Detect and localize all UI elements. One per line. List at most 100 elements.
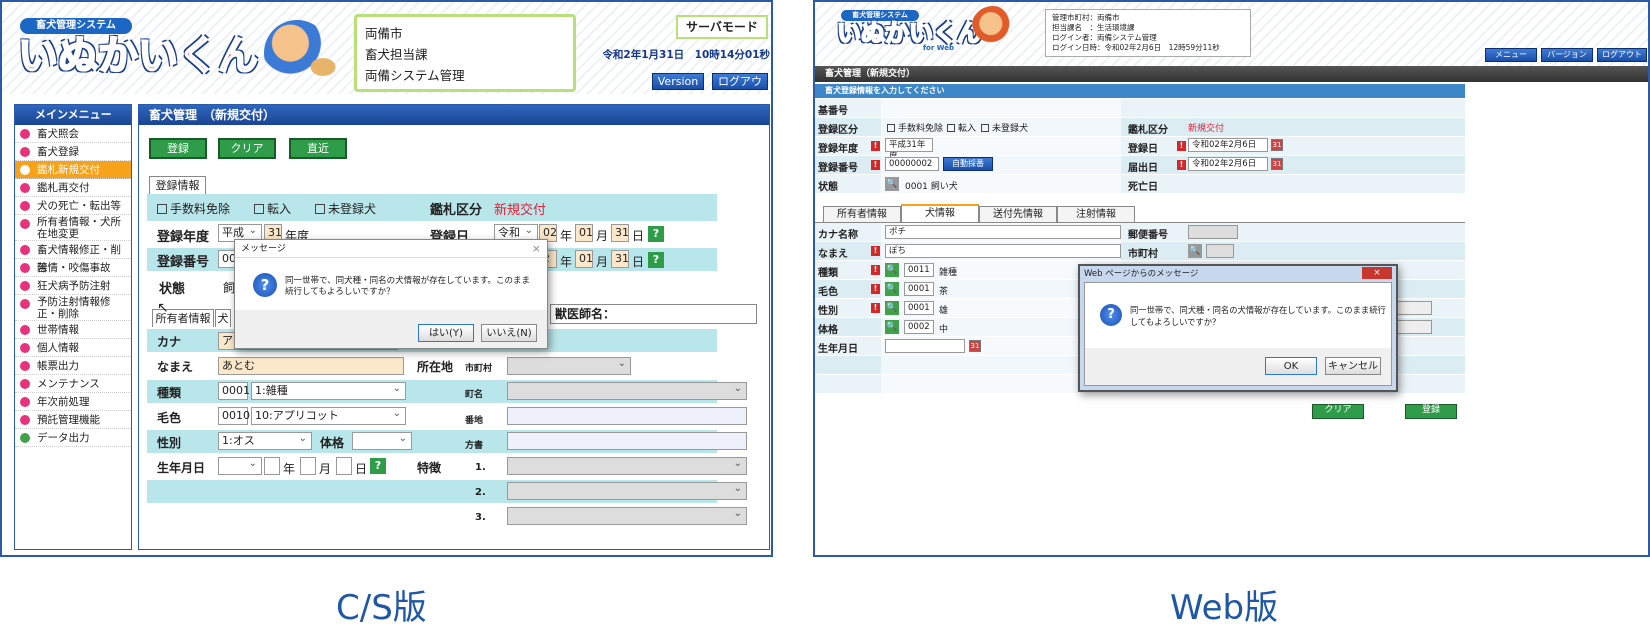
birth-month-input[interactable]	[300, 457, 316, 475]
version-button[interactable]: Version	[652, 73, 704, 90]
sidebar-menu-item[interactable]: 畜犬登録	[15, 143, 131, 161]
birth-era-select[interactable]	[218, 456, 262, 475]
search-icon[interactable]: 🔍	[1188, 244, 1202, 258]
web-submit-date-input[interactable]: 令和02年2月6日	[1188, 157, 1268, 171]
sidebar-menu-item[interactable]: 所有者情報・犬所在地変更	[15, 215, 131, 241]
search-icon[interactable]: 🔍	[885, 301, 899, 315]
town-select[interactable]	[507, 381, 747, 400]
sidebar-menu-item[interactable]: 年次前処理	[15, 393, 131, 411]
web-version-button[interactable]: バージョン	[1541, 48, 1593, 62]
banchi-input[interactable]	[507, 407, 747, 425]
cs-clear-button[interactable]: クリア	[218, 138, 276, 159]
sidebar-menu-item[interactable]: 苦情・咬傷事故	[15, 259, 131, 277]
coat-code-input[interactable]: 0010	[218, 407, 250, 425]
sidebar-menu-item[interactable]: データ出力	[15, 429, 131, 447]
sidebar-menu-item[interactable]: メンテナンス	[15, 375, 131, 393]
sidebar-menu-item[interactable]: 世帯情報	[15, 321, 131, 339]
yes-button[interactable]: はい(Y)	[418, 324, 474, 342]
tab-registration-info[interactable]: 登録情報	[149, 176, 206, 194]
sidebar-menu-item[interactable]: 畜犬情報修正・削除	[15, 241, 131, 274]
reg-date-day-input[interactable]: 31	[611, 224, 629, 242]
tab-dog[interactable]: 犬	[215, 309, 231, 327]
sidebar-menu-item[interactable]: 鑑札新規交付	[15, 161, 131, 179]
chk-unregistered[interactable]: 未登録犬	[315, 200, 376, 217]
web-chk-unregistered[interactable]: 未登録犬	[981, 121, 1028, 134]
cancel-button[interactable]: キャンセル	[1325, 357, 1381, 375]
search-icon[interactable]: 🔍	[885, 177, 899, 191]
calendar-icon[interactable]: 31	[1271, 139, 1283, 151]
sidebar-menu-item[interactable]: 帳票出力	[15, 357, 131, 375]
web-label-name: なまえ	[818, 249, 848, 260]
web-name-input[interactable]: ぽち	[885, 244, 1121, 258]
sidebar-menu-item[interactable]: 個人情報	[15, 339, 131, 357]
web-kana-input[interactable]: ポチ	[885, 225, 1121, 239]
web-coat-code[interactable]: 0001	[904, 282, 934, 296]
search-icon[interactable]: 🔍	[885, 282, 899, 296]
web-birth-input[interactable]	[885, 339, 965, 353]
recent-button[interactable]: 直近	[289, 138, 347, 159]
size-select[interactable]	[352, 431, 412, 450]
calendar-icon[interactable]: 31	[969, 340, 981, 352]
postal-input[interactable]	[1188, 225, 1238, 239]
web-chk-fee-exempt[interactable]: 手数料免除	[887, 121, 943, 134]
kata-input[interactable]	[507, 432, 747, 450]
cs-confirm-dialog: メッセージ × ? 同一世帯で、同犬種・同名の犬情報が存在しています。このまま続…	[234, 239, 548, 349]
web-reg-no-input[interactable]: 00000002	[885, 157, 939, 171]
close-icon[interactable]: ×	[532, 242, 541, 255]
feature-select-3[interactable]	[507, 506, 747, 525]
web-tab-send[interactable]: 送付先情報	[979, 206, 1057, 222]
cs-register-button[interactable]: 登録	[149, 138, 207, 159]
feature-select-2[interactable]	[507, 481, 747, 500]
menu-list: 畜犬照会 畜犬登録 鑑札新規交付 鑑札再交付犬の死亡・転出等所有者情報・犬所在地変更畜…	[15, 125, 131, 447]
birth-day-input[interactable]	[336, 457, 352, 475]
feature-select-1[interactable]	[507, 456, 747, 475]
checkbox-icon	[315, 204, 325, 214]
web-chk-transfer-in[interactable]: 転入	[947, 121, 976, 134]
coat-select[interactable]: 10:アプリコット	[251, 406, 406, 425]
web-sex-code[interactable]: 0001	[904, 301, 934, 315]
close-icon[interactable]: ×	[1362, 267, 1392, 279]
sidebar-menu-item[interactable]: 鑑札再交付	[15, 179, 131, 197]
sidebar-menu-item[interactable]: 予防注射情報修正・削除	[15, 295, 131, 321]
calendar-icon[interactable]: 31	[1271, 158, 1283, 170]
reg-date-month-input[interactable]: 01	[575, 224, 593, 242]
cs-logout-button[interactable]: ログアウト	[712, 73, 768, 104]
sidebar-menu-item[interactable]: 犬の死亡・転出等	[15, 197, 131, 215]
birth-year-input[interactable]	[264, 457, 280, 475]
reg-no2-month-input[interactable]: 01	[575, 250, 593, 268]
city-select[interactable]	[507, 356, 631, 375]
breed-select[interactable]: 1:雑種	[251, 381, 406, 400]
sidebar-menu-item[interactable]: 預託管理機能	[15, 411, 131, 429]
auto-number-button[interactable]: 自動採番	[943, 157, 993, 171]
web-reg-date-input[interactable]: 令和02年2月6日	[1188, 138, 1268, 152]
calendar-help-icon[interactable]: ?	[648, 252, 664, 268]
sex-select[interactable]: 1:オス	[218, 431, 312, 450]
reg-no2-day-input[interactable]: 31	[611, 250, 629, 268]
search-icon[interactable]: 🔍	[885, 263, 899, 277]
calendar-help-icon[interactable]: ?	[648, 226, 664, 242]
web-tab-injection[interactable]: 注射情報	[1057, 206, 1135, 222]
web-size-code[interactable]: 0002	[904, 320, 934, 334]
chk-transfer-in[interactable]: 転入	[254, 200, 291, 217]
web-menu-button[interactable]: メニュー	[1485, 48, 1537, 62]
no-button[interactable]: いいえ(N)	[481, 324, 537, 342]
web-tab-owner[interactable]: 所有者情報	[823, 206, 901, 222]
name-input[interactable]: あとむ	[218, 357, 404, 375]
web-breed-code[interactable]: 0011	[904, 263, 934, 277]
question-icon: ?	[253, 273, 277, 297]
web-register-button[interactable]: 登録	[1405, 404, 1457, 419]
tag-class-value: 新規交付	[494, 203, 547, 218]
chk-fee-exempt[interactable]: 手数料免除	[157, 200, 230, 217]
search-icon[interactable]: 🔍	[885, 320, 899, 334]
sidebar-menu-item[interactable]: 狂犬病予防注射	[15, 277, 131, 295]
web-tab-dog[interactable]: 犬情報	[901, 204, 979, 222]
web-reg-year-input[interactable]: 平成31年度	[885, 138, 933, 162]
breed-code-input[interactable]: 0001	[218, 382, 250, 400]
web-city-input[interactable]	[1206, 244, 1234, 258]
ok-button[interactable]: OK	[1265, 357, 1317, 375]
sidebar-menu-item[interactable]: 畜犬照会	[15, 125, 131, 143]
web-clear-button[interactable]: クリア	[1312, 404, 1364, 419]
calendar-help-icon[interactable]: ?	[370, 458, 386, 474]
web-logout-button[interactable]: ログアウト	[1597, 48, 1647, 62]
sidebar-menu-label: 犬の死亡・転出等	[37, 200, 121, 212]
